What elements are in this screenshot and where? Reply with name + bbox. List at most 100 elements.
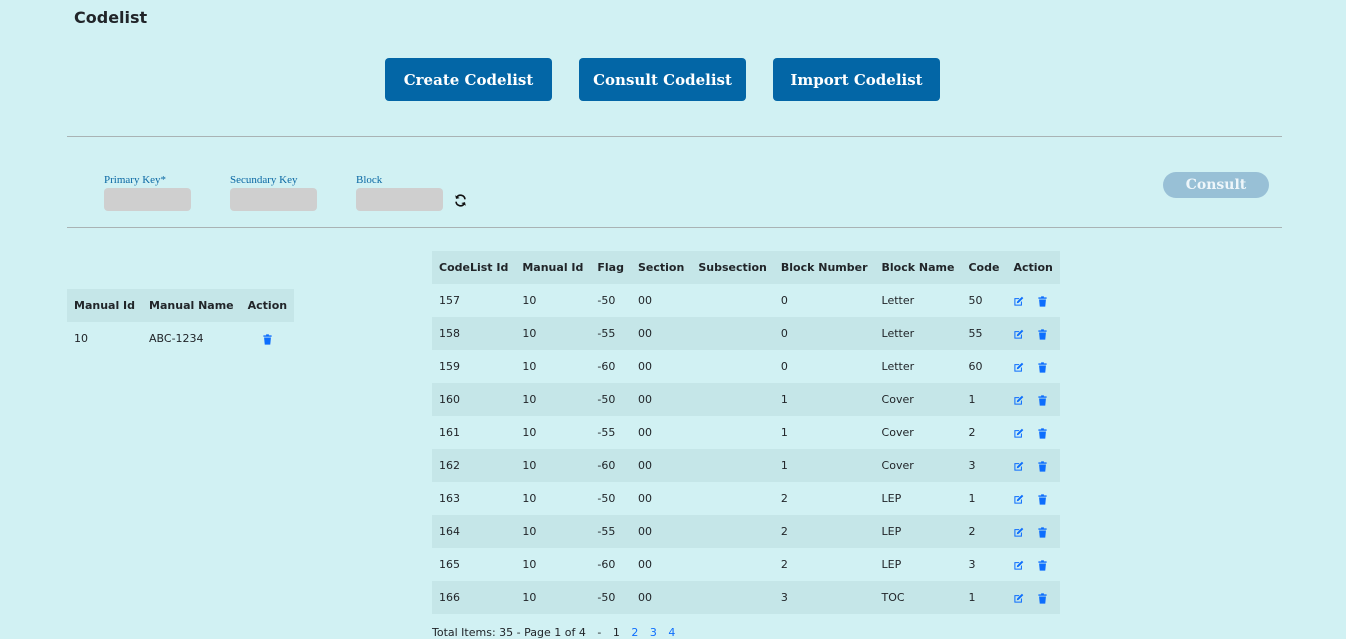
section-cell: 00 [637, 492, 652, 505]
subsection-cell [691, 581, 774, 614]
manual-id-cell: 10 [74, 332, 88, 345]
table-row[interactable]: 163 10 -50 00 2 LEP 1 [432, 482, 1060, 515]
table-row[interactable]: 157 10 -50 00 0 Letter 50 [432, 284, 1060, 317]
secundary-key-label: Secundary Key [230, 174, 298, 186]
edit-icon[interactable] [1013, 461, 1024, 472]
subsection-cell [691, 350, 774, 383]
table-row[interactable]: 165 10 -60 00 2 LEP 3 [432, 548, 1060, 581]
manual-id-cell: 10 [515, 317, 591, 350]
edit-icon[interactable] [1013, 593, 1024, 604]
edit-icon[interactable] [1013, 362, 1024, 373]
codelist-id-cell: 166 [432, 581, 516, 614]
page-link-3[interactable]: 3 [650, 626, 657, 639]
subsection-cell [691, 317, 774, 350]
table-row[interactable]: 159 10 -60 00 0 Letter 60 [432, 350, 1060, 383]
action-cell [1006, 482, 1059, 515]
import-codelist-button[interactable]: Import Codelist [773, 58, 940, 101]
block-name-cell: Cover [874, 449, 962, 482]
page-link-2[interactable]: 2 [631, 626, 638, 639]
manual-table-row[interactable]: 10 ABC-1234 [67, 322, 294, 355]
block-input[interactable] [356, 188, 443, 211]
subsection-cell [691, 548, 774, 581]
section-cell: 00 [637, 294, 652, 307]
manual-id-cell: 10 [515, 581, 591, 614]
refresh-icon[interactable] [454, 194, 467, 207]
table-row[interactable]: 166 10 -50 00 3 TOC 1 [432, 581, 1060, 614]
col-section: Section [630, 251, 692, 284]
flag-cell: -55 [597, 426, 616, 439]
table-row[interactable]: 161 10 -55 00 1 Cover 2 [432, 416, 1060, 449]
col-block-name: Block Name [874, 251, 962, 284]
code-cell: 3 [961, 449, 1007, 482]
table-row[interactable]: 158 10 -55 00 0 Letter 55 [432, 317, 1060, 350]
block-name-cell: LEP [874, 515, 962, 548]
trash-icon[interactable] [1037, 526, 1048, 538]
trash-icon[interactable] [262, 333, 273, 345]
block-name-cell: Cover [874, 383, 962, 416]
divider-bottom [67, 227, 1282, 228]
trash-icon[interactable] [1037, 295, 1048, 307]
create-codelist-button[interactable]: Create Codelist [385, 58, 552, 101]
codelist-table-header-row: CodeList Id Manual Id Flag Section Subse… [432, 251, 1060, 284]
trash-icon[interactable] [1037, 394, 1048, 406]
section-cell: 00 [637, 426, 652, 439]
edit-icon[interactable] [1013, 329, 1024, 340]
block-name-cell: LEP [881, 492, 902, 505]
manual-table-header-row: Manual Id Manual Name Action [67, 289, 295, 322]
manual-col-action: Action [240, 289, 295, 322]
block-name-cell: Cover [881, 426, 914, 439]
block-number-cell: 3 [773, 581, 875, 614]
trash-icon[interactable] [1037, 493, 1048, 505]
trash-icon[interactable] [1037, 361, 1048, 373]
codelist-id-cell: 163 [439, 492, 460, 505]
trash-icon[interactable] [1037, 460, 1048, 472]
block-number-cell: 0 [780, 360, 788, 373]
trash-icon[interactable] [1037, 328, 1048, 340]
table-row[interactable]: 164 10 -55 00 2 LEP 2 [432, 515, 1060, 548]
trash-icon[interactable] [1037, 427, 1048, 439]
codelist-id-cell: 157 [439, 294, 460, 307]
consult-button[interactable]: Consult [1163, 172, 1269, 198]
manual-id-cell: 10 [522, 492, 537, 505]
edit-icon[interactable] [1013, 527, 1024, 538]
block-name-cell: TOC [874, 581, 962, 614]
edit-icon[interactable] [1013, 296, 1024, 307]
divider-top [67, 136, 1282, 137]
flag-cell: -55 [590, 515, 631, 548]
col-codelist-id: CodeList Id [432, 251, 516, 284]
pagination: Total Items: 35 - Page 1 of 4 - 1 2 3 4 [432, 626, 675, 639]
block-number-cell: 2 [780, 492, 788, 505]
block-name-cell: Letter [874, 317, 962, 350]
table-row[interactable]: 160 10 -50 00 1 Cover 1 [432, 383, 1060, 416]
subsection-cell [691, 482, 774, 515]
action-cell [1006, 383, 1060, 416]
page-link-1[interactable]: 1 [613, 626, 620, 639]
trash-icon[interactable] [1037, 592, 1048, 604]
flag-cell: -50 [597, 294, 616, 307]
trash-icon[interactable] [1037, 559, 1048, 571]
table-row[interactable]: 162 10 -60 00 1 Cover 3 [432, 449, 1060, 482]
flag-cell: -60 [590, 449, 631, 482]
col-code: Code [961, 251, 1007, 284]
action-cell [1006, 284, 1059, 317]
block-number-cell: 1 [773, 449, 875, 482]
action-cell [1006, 416, 1059, 449]
consult-codelist-button[interactable]: Consult Codelist [579, 58, 746, 101]
block-number-cell: 2 [773, 515, 875, 548]
manual-id-cell: 10 [522, 426, 537, 439]
secundary-key-input[interactable] [230, 188, 317, 211]
col-manual-id: Manual Id [515, 251, 591, 284]
edit-icon[interactable] [1013, 395, 1024, 406]
code-cell: 50 [968, 294, 983, 307]
code-cell: 1 [961, 581, 1007, 614]
col-flag: Flag [590, 251, 631, 284]
edit-icon[interactable] [1013, 560, 1024, 571]
code-cell: 55 [961, 317, 1007, 350]
manual-id-cell: 10 [522, 360, 537, 373]
primary-key-input[interactable] [104, 188, 191, 211]
section-cell: 00 [637, 558, 652, 571]
page-link-4[interactable]: 4 [668, 626, 675, 639]
action-cell [1006, 581, 1060, 614]
edit-icon[interactable] [1013, 428, 1024, 439]
edit-icon[interactable] [1013, 494, 1024, 505]
